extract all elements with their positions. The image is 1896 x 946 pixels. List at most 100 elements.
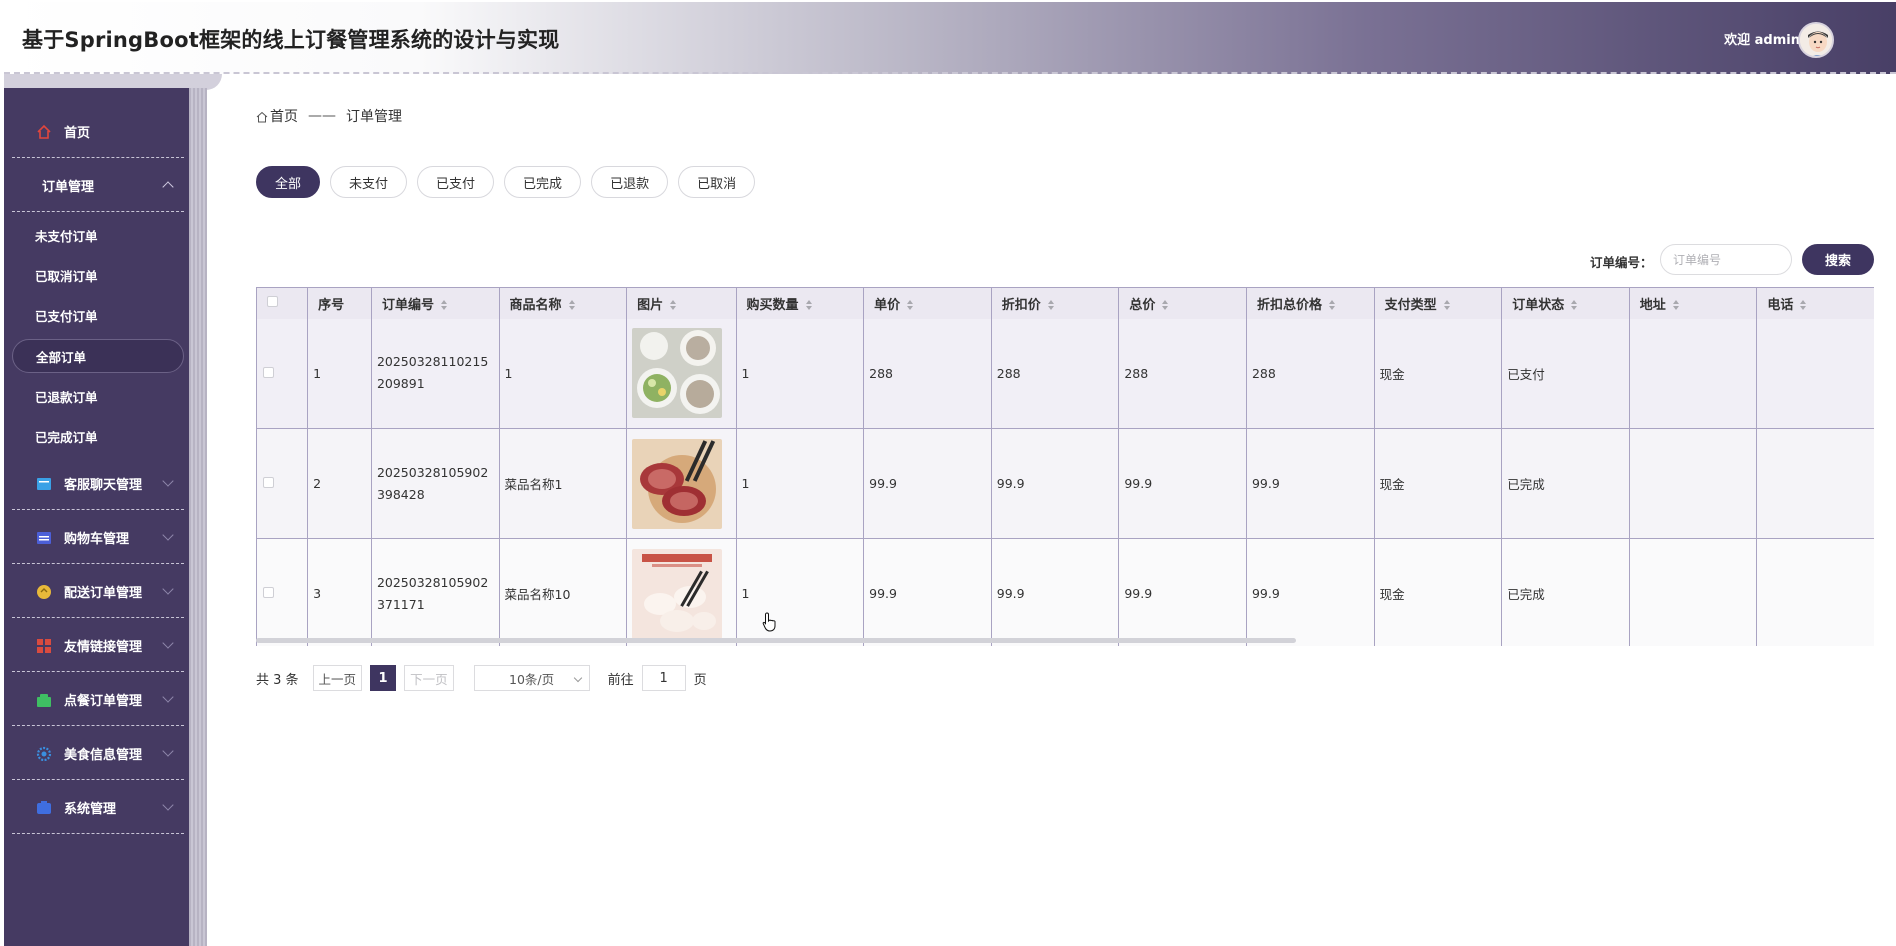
sort-icon[interactable] [906, 299, 914, 310]
cell-price: 99.9 [863, 538, 992, 646]
sidebar-item-label: 友情链接管理 [64, 640, 143, 655]
home-icon [256, 111, 268, 123]
breadcrumb-home[interactable]: 首页 [270, 106, 298, 126]
column-header-name[interactable]: 商品名称 [499, 287, 628, 319]
cart-icon [37, 531, 51, 544]
column-header-phone[interactable]: 电话 [1756, 287, 1874, 319]
cell-total: 99.9 [1118, 428, 1247, 539]
status-filter-tabs: 全部 未支付 已支付 已完成 已退款 已取消 [256, 166, 756, 198]
sidebar-item-food-info[interactable]: 美食信息管理 [12, 728, 184, 780]
column-header-pay-type[interactable]: 支付类型 [1374, 287, 1503, 319]
row-checkbox[interactable] [263, 366, 274, 378]
filter-tab-paid[interactable]: 已支付 [417, 166, 495, 198]
column-header-address[interactable]: 地址 [1629, 287, 1758, 319]
link-icon [37, 638, 51, 653]
pagination: 共 3 条 上一页 1 下一页 10条/页 前往 1 页 [256, 665, 707, 691]
sort-icon[interactable] [1443, 299, 1451, 310]
goto-label: 前往 [607, 672, 634, 688]
cell-address [1629, 318, 1758, 429]
food-thumbnail[interactable] [632, 328, 723, 419]
select-all-checkbox[interactable] [267, 295, 278, 307]
cell-index: 3 [307, 538, 372, 646]
food-thumbnail[interactable] [632, 438, 723, 529]
column-header-image[interactable]: 图片 [626, 287, 737, 319]
page-size-select[interactable]: 10条/页 [473, 665, 590, 691]
column-header-price[interactable]: 单价 [863, 287, 992, 319]
goto-page-input[interactable]: 1 [641, 665, 686, 691]
table-row[interactable]: 1 20250328110215209891 1 1 288 288 288 2… [257, 318, 1874, 429]
cell-total: 99.9 [1118, 538, 1247, 646]
chevron-down-icon [162, 691, 174, 703]
table-row[interactable]: 2 20250328105902398428 菜品名称1 1 99.9 99.9… [257, 428, 1874, 539]
cell-image [626, 538, 737, 646]
sidebar-item-order-management[interactable]: 订单管理 [12, 160, 184, 212]
sidebar-subitem-unpaid[interactable]: 未支付订单 [12, 218, 184, 252]
page-number-current[interactable]: 1 [370, 665, 397, 691]
sidebar-item-system[interactable]: 系统管理 [12, 782, 184, 834]
sidebar-item-links[interactable]: 友情链接管理 [12, 620, 184, 672]
food-thumbnail[interactable] [632, 548, 723, 639]
sidebar-item-chat[interactable]: 客服聊天管理 [12, 458, 184, 510]
sort-icon[interactable] [1328, 299, 1336, 310]
cell-phone [1756, 538, 1874, 646]
table-row[interactable]: 3 20250328105902371171 菜品名称10 1 99.9 99.… [257, 538, 1874, 646]
order-number-search-input[interactable] [1660, 244, 1792, 275]
sidebar-subitem-completed[interactable]: 已完成订单 [12, 419, 184, 453]
sort-icon[interactable] [1161, 299, 1169, 310]
sort-icon[interactable] [568, 299, 576, 310]
sidebar-item-label: 点餐订单管理 [64, 694, 143, 709]
sidebar-subitem-paid[interactable]: 已支付订单 [12, 298, 184, 332]
filter-tab-all[interactable]: 全部 [256, 166, 321, 198]
filter-tab-unpaid[interactable]: 未支付 [330, 166, 408, 198]
filter-tab-completed[interactable]: 已完成 [504, 166, 582, 198]
cell-order-no: 20250328105902371171 [371, 538, 500, 646]
filter-tab-cancelled[interactable]: 已取消 [678, 166, 756, 198]
sort-icon[interactable] [1047, 299, 1055, 310]
sidebar-item-home[interactable]: 首页 [12, 106, 184, 158]
search-button[interactable]: 搜索 [1802, 244, 1874, 275]
column-header-discount-total[interactable]: 折扣总价格 [1246, 287, 1375, 319]
row-checkbox[interactable] [263, 477, 274, 488]
sort-icon[interactable] [1570, 299, 1578, 310]
sort-icon[interactable] [1672, 299, 1680, 310]
table-horizontal-scrollbar[interactable] [256, 638, 1296, 643]
filter-tab-refunded[interactable]: 已退款 [591, 166, 669, 198]
welcome-text: 欢迎 admin [1724, 33, 1800, 48]
column-header-order-no[interactable]: 订单编号 [371, 287, 500, 319]
cell-qty: 1 [736, 318, 865, 429]
select-all-checkbox-cell[interactable] [257, 287, 309, 319]
cell-pay-type: 现金 [1374, 318, 1503, 429]
search-label: 订单编号： [1590, 255, 1653, 270]
meal-order-icon [37, 693, 51, 707]
sidebar-item-cart[interactable]: 购物车管理 [12, 512, 184, 564]
hand-cursor-icon [762, 612, 776, 632]
sidebar-subitem-cancelled[interactable]: 已取消订单 [12, 258, 184, 292]
sort-icon[interactable] [669, 299, 677, 310]
cell-name: 菜品名称10 [499, 538, 628, 646]
sidebar-item-meal-orders[interactable]: 点餐订单管理 [12, 674, 184, 726]
sort-icon[interactable] [1799, 299, 1807, 310]
cell-order-no: 20250328110215209891 [371, 318, 500, 429]
sidebar-subitem-all[interactable]: 全部订单 [12, 339, 184, 373]
sidebar-item-delivery[interactable]: 配送订单管理 [12, 566, 184, 618]
breadcrumb-current: 订单管理 [346, 109, 402, 125]
sort-icon[interactable] [805, 299, 813, 310]
next-page-button[interactable]: 下一页 [404, 665, 454, 691]
column-header-qty[interactable]: 购买数量 [736, 287, 865, 319]
user-avatar[interactable] [1798, 22, 1834, 58]
column-header-total[interactable]: 总价 [1118, 287, 1247, 319]
sidebar-subitem-refunded[interactable]: 已退款订单 [12, 379, 184, 413]
sort-icon[interactable] [440, 299, 448, 310]
cell-image [626, 428, 737, 539]
column-header-status[interactable]: 订单状态 [1501, 287, 1630, 319]
column-header-discount-price[interactable]: 折扣价 [991, 287, 1120, 319]
cell-qty: 1 [736, 538, 865, 646]
row-checkbox[interactable] [263, 587, 274, 599]
page-unit-label: 页 [693, 672, 707, 688]
cell-pay-type: 现金 [1374, 428, 1503, 539]
delivery-icon [37, 584, 51, 599]
home-icon [37, 124, 51, 139]
cell-index: 1 [307, 318, 372, 429]
chevron-up-icon [162, 181, 174, 193]
prev-page-button[interactable]: 上一页 [312, 665, 363, 691]
